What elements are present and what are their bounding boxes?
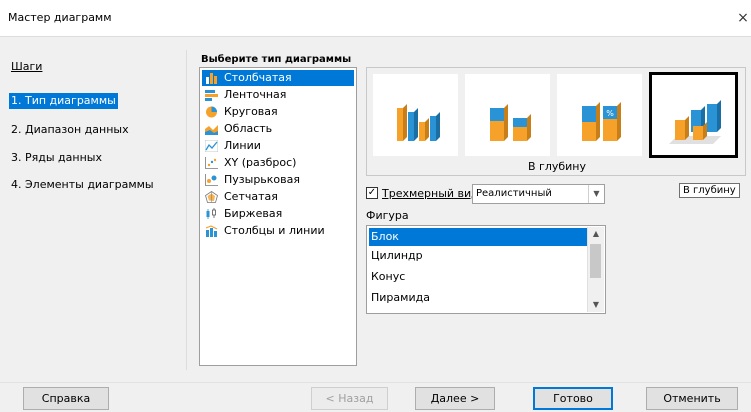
- variant-percent-stacked-3d-column[interactable]: %: [557, 74, 642, 156]
- chart-type-list[interactable]: Столбчатая Ленточная Круговая Область Ли…: [199, 67, 357, 366]
- shape-label: Фигура: [366, 209, 409, 222]
- column-line-chart-icon: [205, 225, 218, 237]
- three-d-label[interactable]: Трехмерный вид: [382, 187, 479, 200]
- chart-type-item-column-line[interactable]: Столбцы и линии: [202, 223, 354, 239]
- xy-scatter-icon: [205, 157, 218, 169]
- variant-caption: В глубину: [528, 160, 586, 173]
- finish-button[interactable]: Готово: [533, 387, 613, 410]
- shape-item-cone[interactable]: Конус: [369, 268, 587, 286]
- variant-stacked-3d-column[interactable]: [465, 74, 550, 156]
- stock-chart-icon: [206, 208, 216, 219]
- choose-chart-type-label: Выберите тип диаграммы: [201, 54, 352, 65]
- percent-glyph: %: [606, 109, 614, 118]
- percent-stacked-3d-column-icon: %: [582, 102, 621, 141]
- line-chart-icon: [205, 140, 218, 152]
- scroll-down-arrow-icon[interactable]: ▼: [588, 298, 604, 312]
- chart-type-item-area[interactable]: Область: [202, 121, 354, 137]
- scrollbar-thumb[interactable]: [590, 244, 601, 278]
- chart-type-label: Сетчатая: [224, 190, 278, 203]
- chart-type-item-net[interactable]: Сетчатая: [202, 189, 354, 205]
- variant-normal-3d-column[interactable]: [373, 74, 458, 156]
- net-chart-icon: [205, 191, 218, 203]
- shape-list-scrollbar[interactable]: ▲ ▼: [587, 227, 604, 312]
- steps-heading: Шаги: [11, 60, 43, 73]
- normal-3d-column-icon: [397, 104, 440, 141]
- window-title: Мастер диаграмм: [8, 11, 112, 24]
- three-d-look-select[interactable]: Реалистичный ▼: [472, 184, 605, 204]
- bubble-chart-icon: [205, 174, 218, 186]
- steps-separator: [186, 50, 187, 370]
- bar-chart-icon: [205, 90, 218, 101]
- chart-type-label: Круговая: [224, 105, 278, 118]
- chart-type-item-xy-scatter[interactable]: XY (разброс): [202, 155, 354, 171]
- area-chart-icon: [205, 125, 218, 135]
- variant-tooltip: В глубину: [679, 183, 740, 198]
- button-bar-separator: [0, 382, 751, 383]
- chart-type-item-column[interactable]: Столбчатая: [202, 70, 354, 86]
- chart-type-item-pie[interactable]: Круговая: [202, 104, 354, 120]
- help-button[interactable]: Справка: [23, 387, 109, 410]
- title-bar: Мастер диаграмм ×: [0, 0, 751, 37]
- shape-item-cylinder[interactable]: Цилиндр: [369, 247, 587, 265]
- chart-type-item-bubble[interactable]: Пузырьковая: [202, 172, 354, 188]
- chart-type-item-line[interactable]: Линии: [202, 138, 354, 154]
- chart-type-item-stock[interactable]: Биржевая: [202, 206, 354, 222]
- pie-chart-icon: [206, 106, 217, 118]
- shape-list[interactable]: Блок Цилиндр Конус Пирамида ▲ ▼: [366, 225, 606, 314]
- cancel-button[interactable]: Отменить: [646, 387, 738, 410]
- three-d-look-value: Реалистичный: [476, 188, 552, 199]
- chart-type-label: Область: [224, 122, 273, 135]
- scroll-up-arrow-icon[interactable]: ▲: [588, 227, 604, 241]
- chart-type-label: Столбчатая: [224, 71, 292, 84]
- variant-deep-3d-column[interactable]: [649, 72, 738, 158]
- shape-item-pyramid[interactable]: Пирамида: [369, 289, 587, 307]
- chart-type-label: Биржевая: [224, 207, 283, 220]
- column-chart-icon: [206, 73, 217, 84]
- back-button[interactable]: < Назад: [311, 387, 388, 410]
- step-chart-elements[interactable]: 4. Элементы диаграммы: [11, 178, 154, 191]
- stacked-3d-column-icon: [490, 104, 531, 141]
- chart-wizard-dialog: Мастер диаграмм × Шаги 1. Тип диаграммы …: [0, 0, 751, 412]
- step-data-series[interactable]: 3. Ряды данных: [11, 151, 102, 164]
- close-button[interactable]: ×: [735, 4, 751, 32]
- deep-3d-column-icon: [669, 100, 721, 144]
- chart-type-label: Линии: [224, 139, 261, 152]
- chart-type-item-bar[interactable]: Ленточная: [202, 87, 354, 103]
- step-chart-type[interactable]: 1. Тип диаграммы: [9, 93, 118, 109]
- chart-type-label: XY (разброс): [224, 156, 297, 169]
- chart-type-label: Столбцы и линии: [224, 224, 325, 237]
- shape-item-block[interactable]: Блок: [369, 228, 587, 246]
- next-button[interactable]: Далее >: [415, 387, 495, 410]
- chevron-down-icon[interactable]: ▼: [588, 185, 604, 203]
- chart-type-label: Ленточная: [224, 88, 287, 101]
- three-d-checkbox[interactable]: ✓: [366, 187, 378, 199]
- chart-type-label: Пузырьковая: [224, 173, 300, 186]
- chart-variant-area: % В глубину: [366, 67, 746, 176]
- step-data-range[interactable]: 2. Диапазон данных: [11, 123, 129, 136]
